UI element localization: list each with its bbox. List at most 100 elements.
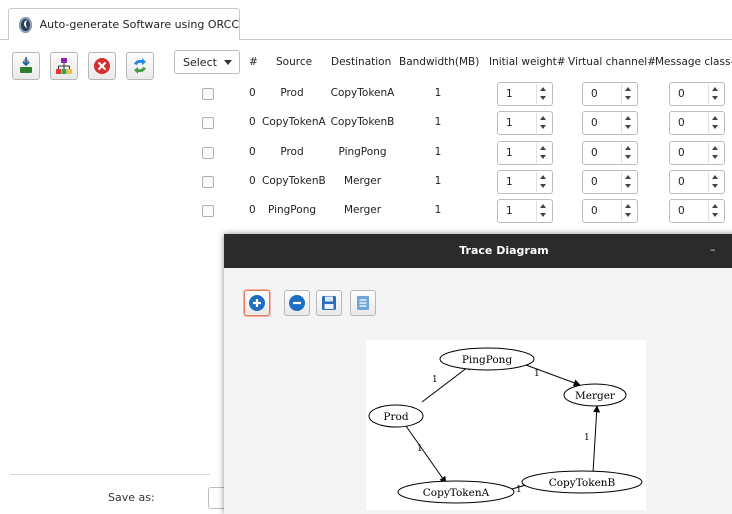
column-header-index: # — [249, 56, 258, 68]
tab-auto-generate[interactable]: Auto-generate Software using ORCC — [8, 8, 240, 40]
chevron-down-icon[interactable] — [712, 184, 718, 188]
row-checkbox[interactable] — [202, 88, 214, 100]
column-header-initial-weight: Initial weight# — [489, 56, 566, 68]
message-class-stepper[interactable]: 0 — [669, 170, 725, 194]
initial-weight-stepper[interactable]: 1 — [497, 170, 553, 194]
row-bandwidth: 1 — [434, 146, 442, 158]
chevron-down-icon[interactable] — [625, 184, 631, 188]
chevron-down-icon[interactable] — [540, 213, 546, 217]
virtual-channel-stepper[interactable]: 0 — [582, 141, 638, 165]
trace-graph: PingPong Merger Prod CopyTokenA CopyToke… — [368, 347, 643, 504]
document-button[interactable] — [350, 290, 376, 316]
node-label: Prod — [383, 411, 408, 423]
virtual-channel-stepper[interactable]: 0 — [582, 170, 638, 194]
minimize-button[interactable]: – — [710, 243, 716, 256]
row-checkbox[interactable] — [202, 117, 214, 129]
divider — [10, 474, 210, 475]
initial-weight-stepper[interactable]: 1 — [497, 141, 553, 165]
import-button[interactable] — [12, 52, 40, 80]
orcc-logo-icon — [19, 16, 32, 33]
delete-button[interactable] — [88, 52, 116, 80]
row-checkbox[interactable] — [202, 205, 214, 217]
row-bandwidth: 1 — [434, 87, 442, 99]
chevron-down-icon[interactable] — [625, 96, 631, 100]
edge-label: 1 — [534, 369, 540, 379]
zoom-in-button[interactable] — [244, 290, 270, 316]
row-checkbox[interactable] — [202, 176, 214, 188]
zoom-out-icon — [289, 295, 305, 311]
chevron-up-icon[interactable] — [540, 204, 546, 208]
stepper-value: 1 — [506, 205, 513, 217]
chevron-up-icon[interactable] — [625, 204, 631, 208]
chevron-down-icon — [224, 60, 232, 65]
hierarchy-button[interactable] — [50, 52, 78, 80]
chevron-down-icon[interactable] — [540, 155, 546, 159]
tab-divider — [240, 39, 732, 40]
initial-weight-stepper[interactable]: 1 — [497, 111, 553, 135]
initial-weight-stepper[interactable]: 1 — [497, 82, 553, 106]
refresh-button[interactable] — [126, 52, 154, 80]
import-icon — [20, 57, 32, 73]
edge-label: 1 — [417, 444, 423, 454]
virtual-channel-stepper[interactable]: 0 — [582, 199, 638, 223]
select-dropdown[interactable]: Select — [174, 50, 240, 74]
initial-weight-stepper[interactable]: 1 — [497, 199, 553, 223]
chevron-down-icon[interactable] — [540, 184, 546, 188]
chevron-down-icon[interactable] — [540, 96, 546, 100]
chevron-down-icon[interactable] — [625, 155, 631, 159]
chevron-down-icon[interactable] — [712, 213, 718, 217]
stepper-value: 1 — [506, 176, 513, 188]
chevron-up-icon[interactable] — [625, 87, 631, 91]
chevron-up-icon[interactable] — [540, 87, 546, 91]
row-bandwidth: 1 — [434, 204, 442, 216]
stepper-value: 0 — [591, 205, 598, 217]
save-button[interactable] — [316, 290, 342, 316]
virtual-channel-stepper[interactable]: 0 — [582, 111, 638, 135]
message-class-stepper[interactable]: 0 — [669, 199, 725, 223]
chevron-down-icon[interactable] — [712, 96, 718, 100]
row-checkbox[interactable] — [202, 147, 214, 159]
chevron-up-icon[interactable] — [712, 175, 718, 179]
chevron-up-icon[interactable] — [540, 175, 546, 179]
chevron-down-icon[interactable] — [712, 125, 718, 129]
message-class-stepper[interactable]: 0 — [669, 82, 725, 106]
chevron-up-icon[interactable] — [625, 175, 631, 179]
table-row: 0 PingPong Merger 1 1 0 0 — [0, 198, 732, 226]
row-destination: CopyTokenA — [330, 87, 395, 99]
chevron-up-icon[interactable] — [712, 116, 718, 120]
chevron-down-icon[interactable] — [712, 155, 718, 159]
trace-graph-canvas: PingPong Merger Prod CopyTokenA CopyToke… — [366, 340, 646, 510]
chevron-up-icon[interactable] — [625, 116, 631, 120]
chevron-down-icon[interactable] — [540, 125, 546, 129]
chevron-down-icon[interactable] — [625, 125, 631, 129]
stepper-value: 1 — [506, 117, 513, 129]
chevron-up-icon[interactable] — [540, 116, 546, 120]
message-class-stepper[interactable]: 0 — [669, 141, 725, 165]
stepper-value: 0 — [678, 147, 685, 159]
row-source: Prod — [280, 146, 304, 158]
chevron-down-icon[interactable] — [625, 213, 631, 217]
table-row: 0 CopyTokenB Merger 1 1 0 0 — [0, 169, 732, 197]
row-source: PingPong — [267, 204, 317, 216]
chevron-up-icon[interactable] — [712, 87, 718, 91]
zoom-out-button[interactable] — [284, 290, 310, 316]
row-bandwidth: 1 — [434, 116, 442, 128]
node-label: CopyTokenB — [549, 477, 616, 489]
virtual-channel-stepper[interactable]: 0 — [582, 82, 638, 106]
column-header-destination: Destination — [331, 56, 392, 68]
column-header-virtual-channel: Virtual channel# — [568, 56, 656, 68]
edge-label: 1 — [432, 375, 438, 385]
tab-divider — [0, 39, 8, 40]
stepper-value: 0 — [678, 176, 685, 188]
node-label: CopyTokenA — [423, 487, 490, 499]
row-index: 0 — [249, 87, 256, 99]
stepper-value: 0 — [591, 147, 598, 159]
edge-prod-copytokena — [405, 425, 447, 484]
chevron-up-icon[interactable] — [712, 204, 718, 208]
row-index: 0 — [249, 116, 256, 128]
chevron-up-icon[interactable] — [625, 146, 631, 150]
chevron-up-icon[interactable] — [540, 146, 546, 150]
stepper-value: 0 — [591, 88, 598, 100]
message-class-stepper[interactable]: 0 — [669, 111, 725, 135]
chevron-up-icon[interactable] — [712, 146, 718, 150]
